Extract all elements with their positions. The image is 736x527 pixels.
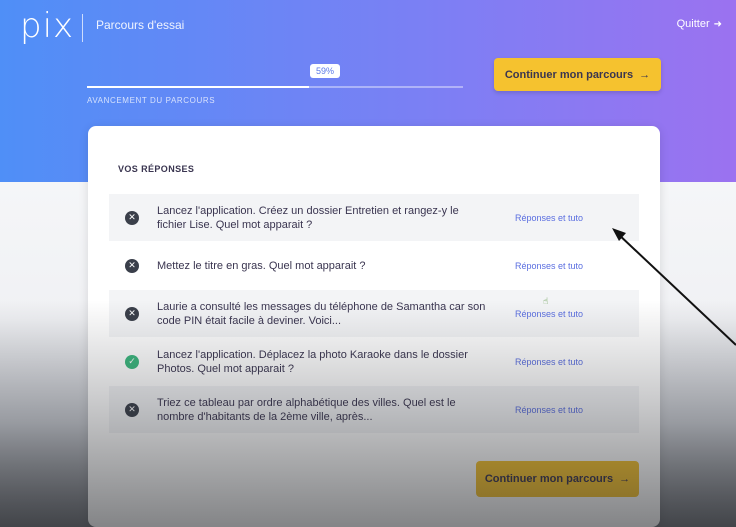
question-text: Triez ce tableau par ordre alphabétique … [157, 396, 456, 423]
answers-and-tutorial-label: Réponses et tuto [515, 308, 584, 319]
progress-bar [87, 86, 463, 88]
answer-row: ✕ Lancez l'application. Créez un dossier … [109, 194, 639, 241]
question-text: Lancez l'application. Déplacez la photo … [157, 348, 468, 375]
answers-list: ✕ Lancez l'application. Créez un dossier … [109, 194, 639, 434]
continue-button-top[interactable]: Continuer mon parcours → [494, 58, 661, 91]
answer-row: ✓ Lancez l'application. Déplacez la photo… [109, 338, 639, 385]
answers-and-tutorial-link[interactable]: Réponses et tuto [515, 357, 583, 367]
answers-and-tutorial-link[interactable]: Réponses et tuto [515, 213, 583, 223]
cross-circle-icon: ✕ [125, 258, 139, 273]
cross-circle-icon: ✕ [125, 402, 139, 417]
answer-row: ✕ Mettez le titre en gras. Quel mot appar… [109, 242, 639, 289]
answers-and-tutorial-label: Réponses et tuto [515, 212, 584, 223]
progress-bar-fill [87, 86, 309, 88]
answers-heading: VOS RÉPONSES [118, 164, 195, 174]
answer-row: ✕ Triez ce tableau par ordre alphabétique… [109, 386, 639, 433]
pointer-hand-icon: ☝ [543, 295, 549, 306]
continue-label: Continuer mon parcours [504, 68, 634, 81]
question-text: Mettez le titre en gras. Quel mot appara… [157, 259, 366, 272]
cross-circle-icon: ✕ [125, 306, 139, 321]
header-divider [82, 14, 83, 42]
arrow-right-icon: → [619, 473, 631, 485]
continue-button-bottom[interactable]: Continuer mon parcours → [476, 461, 639, 497]
answers-and-tutorial-label: Réponses et tuto [515, 404, 584, 415]
cross-circle-icon: ✕ [125, 210, 139, 225]
progress-label: Avancement du parcours [87, 96, 216, 105]
answers-and-tutorial-link[interactable]: Réponses et tuto [515, 261, 583, 271]
arrow-right-icon: → [639, 68, 651, 81]
progress-badge: 59% [310, 64, 341, 78]
answers-card: VOS RÉPONSES ✕ Lancez l'application. Crée… [88, 126, 660, 527]
continue-label: Continuer mon parcours [484, 473, 614, 485]
quit-label: Quitter [676, 18, 710, 30]
exit-icon: ➜ [713, 18, 722, 30]
page-title: Parcours d'essai [96, 18, 185, 32]
pix-logo[interactable]: pix [20, 6, 74, 46]
check-circle-icon: ✓ [125, 354, 139, 369]
answers-and-tutorial-link[interactable]: Réponses et tuto [515, 405, 583, 415]
answers-and-tutorial-link[interactable]: Réponses et tuto ☝ [515, 296, 584, 319]
answer-row: ✕ Laurie a consulté les messages du télép… [109, 290, 639, 337]
answers-and-tutorial-label: Réponses et tuto [515, 356, 584, 367]
question-text: Lancez l'application. Créez un dossier E… [157, 204, 459, 231]
quit-button[interactable]: Quitter ➜ [677, 18, 722, 30]
question-text: Laurie a consulté les messages du téléph… [157, 300, 486, 327]
answers-and-tutorial-label: Réponses et tuto [515, 260, 584, 271]
